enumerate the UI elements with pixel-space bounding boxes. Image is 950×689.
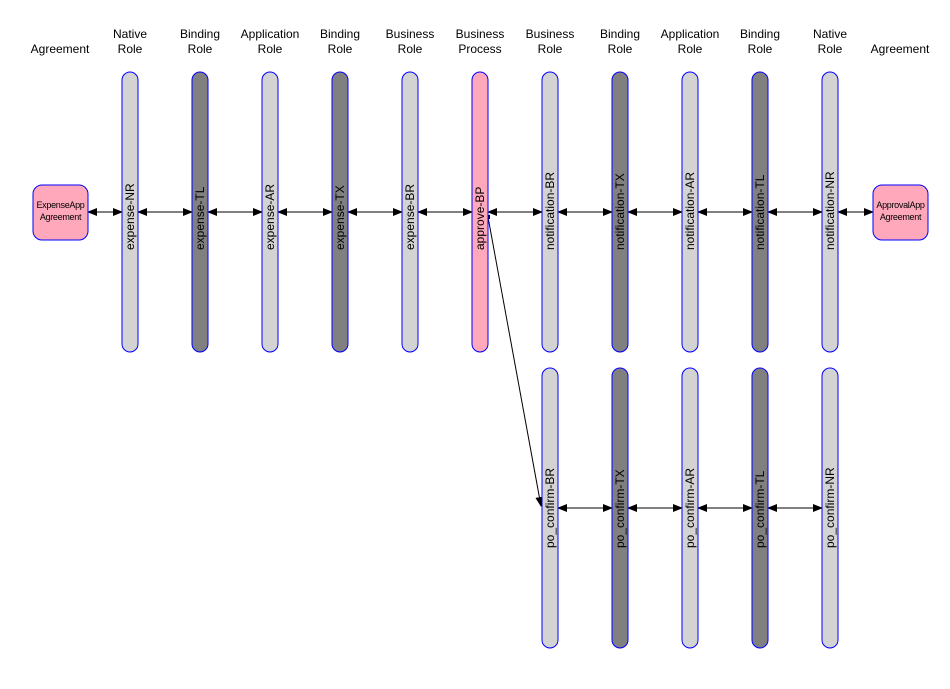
column-header: Application (661, 27, 720, 41)
column-header: Agreement (871, 42, 930, 56)
lane-notification-NR[interactable]: notification-NR (821, 71, 839, 353)
lane-expense-TL[interactable]: expense-TL (191, 71, 209, 353)
column-header: Binding (320, 27, 360, 41)
lane-label: expense-BR (403, 184, 417, 250)
agreement-box[interactable]: ApprovalApp Agreement (872, 184, 929, 241)
column-header: Business (456, 27, 505, 41)
lane-po_confirm-TL[interactable]: po_confirm-TL (751, 367, 769, 649)
lane-label: expense-TX (333, 185, 347, 250)
column-header: Application (241, 27, 300, 41)
column-header: Role (118, 42, 143, 56)
diagram-svg: AgreementNativeRoleBindingRoleApplicatio… (31, 27, 930, 649)
column-header: Role (678, 42, 703, 56)
lane-label: approve-BP (473, 187, 487, 250)
lane-label: po_confirm-TL (753, 470, 767, 548)
lane-label: notification-BR (543, 172, 557, 250)
lane-label: notification-TL (753, 174, 767, 250)
lane-notification-TX[interactable]: notification-TX (611, 71, 629, 353)
column-header: Role (258, 42, 283, 56)
column-header: Role (608, 42, 633, 56)
column-header: Role (328, 42, 353, 56)
column-header: Role (398, 42, 423, 56)
agreement-label: Agreement (40, 212, 82, 222)
lane-notification-AR[interactable]: notification-AR (681, 71, 699, 353)
lane-label: po_confirm-BR (543, 468, 557, 548)
column-header: Native (813, 27, 847, 41)
lane-po_confirm-BR[interactable]: po_confirm-BR (541, 367, 559, 649)
column-header: Business (386, 27, 435, 41)
lane-label: po_confirm-NR (823, 467, 837, 548)
column-header: Agreement (31, 42, 90, 56)
lane-po_confirm-TX[interactable]: po_confirm-TX (611, 367, 629, 649)
column-header: Role (538, 42, 563, 56)
agreement-label: ApprovalApp (876, 200, 925, 210)
lane-label: po_confirm-TX (613, 469, 627, 548)
agreement-label: Agreement (880, 212, 922, 222)
lane-notification-TL[interactable]: notification-TL (751, 71, 769, 353)
column-header: Role (818, 42, 843, 56)
lane-label: expense-AR (263, 184, 277, 250)
column-header: Binding (180, 27, 220, 41)
lane-expense-TX[interactable]: expense-TX (331, 71, 349, 353)
lane-approve-BP[interactable]: approve-BP (471, 71, 489, 353)
lane-label: po_confirm-AR (683, 468, 697, 548)
agreement-box[interactable]: ExpenseApp Agreement (32, 184, 89, 241)
column-header: Process (458, 42, 501, 56)
column-header: Role (748, 42, 773, 56)
lane-label: notification-AR (683, 172, 697, 250)
lane-notification-BR[interactable]: notification-BR (541, 71, 559, 353)
column-header: Business (526, 27, 575, 41)
lane-label: notification-TX (613, 173, 627, 250)
lane-po_confirm-AR[interactable]: po_confirm-AR (681, 367, 699, 649)
lane-label: expense-NR (123, 183, 137, 250)
lane-expense-NR[interactable]: expense-NR (121, 71, 139, 353)
lane-expense-BR[interactable]: expense-BR (401, 71, 419, 353)
column-header: Binding (740, 27, 780, 41)
lane-label: notification-NR (823, 171, 837, 250)
column-header: Native (113, 27, 147, 41)
lane-expense-AR[interactable]: expense-AR (261, 71, 279, 353)
column-header: Role (188, 42, 213, 56)
agreement-label: ExpenseApp (36, 200, 84, 210)
process-diagram: Agreement Native Role Binding Role Applicatio… (0, 0, 950, 689)
lane-label: expense-TL (193, 186, 207, 250)
column-header: Binding (600, 27, 640, 41)
process-link-arrow[interactable] (487, 216, 544, 507)
lane-po_confirm-NR[interactable]: po_confirm-NR (821, 367, 839, 649)
